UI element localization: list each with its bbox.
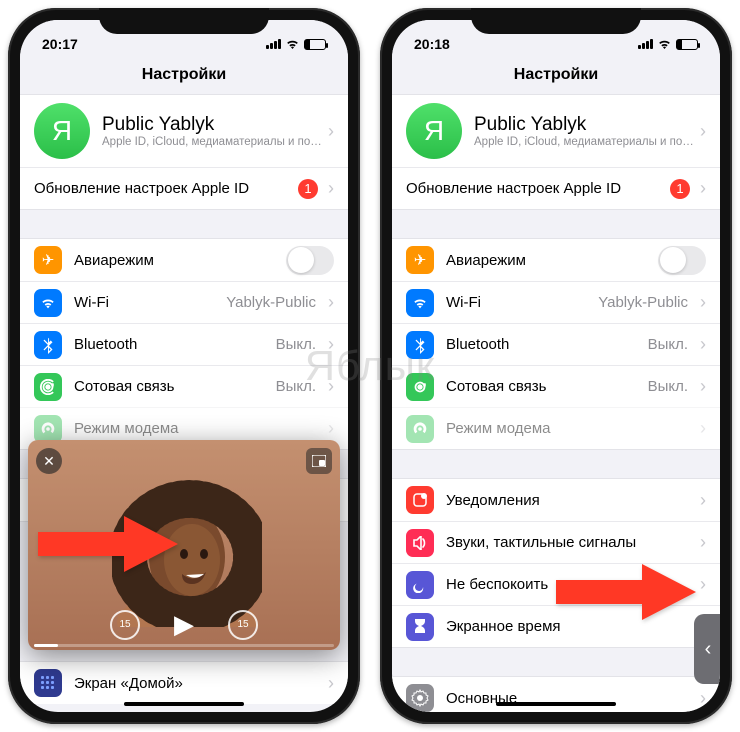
chevron-right-icon: › xyxy=(700,418,706,439)
pip-expand-button[interactable] xyxy=(306,448,332,474)
general-row[interactable]: Основные › xyxy=(392,677,720,712)
chevron-right-icon: › xyxy=(700,178,706,199)
chevron-right-icon: › xyxy=(328,121,334,142)
status-time: 20:18 xyxy=(414,36,450,52)
appleid-update-row[interactable]: Обновление настроек Apple ID 1 › xyxy=(392,167,720,209)
pip-edge-tab[interactable]: ‹ xyxy=(694,614,720,684)
appleid-update-row[interactable]: Обновление настроек Apple ID 1 › xyxy=(20,167,348,209)
homescreen-icon xyxy=(34,669,62,697)
chevron-right-icon: › xyxy=(700,490,706,511)
phone-left: 20:17 Настройки Я Public Yablyk Apple ID… xyxy=(8,8,360,724)
sounds-row[interactable]: Звуки, тактильные сигналы › xyxy=(392,521,720,563)
chevron-right-icon: › xyxy=(700,574,706,595)
notch xyxy=(471,8,641,34)
airplane-row[interactable]: ✈ Авиарежим xyxy=(20,239,348,281)
chevron-right-icon: › xyxy=(700,532,706,553)
airplane-icon: ✈ xyxy=(34,246,62,274)
cellular-signal-icon xyxy=(266,39,281,49)
chevron-right-icon: › xyxy=(700,121,706,142)
page-title: Настройки xyxy=(20,60,348,94)
chevron-right-icon: › xyxy=(328,292,334,313)
notifications-row[interactable]: Уведомления › xyxy=(392,479,720,521)
battery-icon xyxy=(676,39,698,50)
phone-right: 20:18 Настройки Я Public Yablyk Apple ID… xyxy=(380,8,732,724)
wifi-row[interactable]: Wi-Fi Yablyk-Public › xyxy=(20,281,348,323)
general-icon xyxy=(406,684,434,712)
skip-back-button[interactable]: 15 xyxy=(110,610,140,640)
hotspot-icon xyxy=(34,415,62,443)
wifi-icon xyxy=(285,38,300,50)
bluetooth-icon xyxy=(406,331,434,359)
profile-sub: Apple ID, iCloud, медиаматериалы и покуп… xyxy=(102,136,324,148)
chevron-right-icon: › xyxy=(700,334,706,355)
airplane-toggle[interactable] xyxy=(658,246,706,275)
cellular-row[interactable]: Сотовая связь Выкл. › xyxy=(20,365,348,407)
chevron-right-icon: › xyxy=(700,688,706,709)
profile-sub: Apple ID, iCloud, медиаматериалы и покуп… xyxy=(474,136,696,148)
status-icons xyxy=(266,38,326,50)
bluetooth-row[interactable]: Bluetooth Выкл. › xyxy=(392,323,720,365)
skip-forward-button[interactable]: 15 xyxy=(228,610,258,640)
dnd-icon xyxy=(406,571,434,599)
cellular-icon xyxy=(34,373,62,401)
home-indicator[interactable] xyxy=(496,702,616,706)
status-time: 20:17 xyxy=(42,36,78,52)
homescreen-row[interactable]: Экран «Домой» › xyxy=(20,662,348,704)
airplane-toggle[interactable] xyxy=(286,246,334,275)
profile-name: Public Yablyk xyxy=(474,114,696,136)
avatar: Я xyxy=(406,103,462,159)
profile-row[interactable]: Я Public Yablyk Apple ID, iCloud, медиам… xyxy=(20,95,348,167)
wifi-icon xyxy=(657,38,672,50)
wifi-settings-icon xyxy=(406,289,434,317)
hotspot-row: Режим модема › xyxy=(392,407,720,449)
bluetooth-row[interactable]: Bluetooth Выкл. › xyxy=(20,323,348,365)
home-indicator[interactable] xyxy=(124,702,244,706)
profile-name: Public Yablyk xyxy=(102,114,324,136)
bluetooth-icon xyxy=(34,331,62,359)
pip-close-button[interactable]: ✕ xyxy=(36,448,62,474)
chevron-right-icon: › xyxy=(328,418,334,439)
profile-row[interactable]: Я Public Yablyk Apple ID, iCloud, медиам… xyxy=(392,95,720,167)
cellular-signal-icon xyxy=(638,39,653,49)
notch xyxy=(99,8,269,34)
pip-scrubber[interactable] xyxy=(34,644,334,647)
cellular-row[interactable]: Сотовая связь Выкл. › xyxy=(392,365,720,407)
pip-controls: 15 ▶ 15 xyxy=(28,609,340,640)
update-badge: 1 xyxy=(670,179,690,199)
wifi-settings-icon xyxy=(34,289,62,317)
chevron-right-icon: › xyxy=(700,376,706,397)
notifications-icon xyxy=(406,486,434,514)
cellular-icon xyxy=(406,373,434,401)
screentime-icon xyxy=(406,613,434,641)
chevron-right-icon: › xyxy=(328,178,334,199)
chevron-right-icon: › xyxy=(328,673,334,694)
play-button[interactable]: ▶ xyxy=(174,609,194,640)
airplane-icon: ✈ xyxy=(406,246,434,274)
annotation-arrow xyxy=(38,516,178,572)
sounds-icon xyxy=(406,529,434,557)
annotation-arrow xyxy=(556,564,696,620)
chevron-right-icon: › xyxy=(328,334,334,355)
update-badge: 1 xyxy=(298,179,318,199)
status-icons xyxy=(638,38,698,50)
avatar: Я xyxy=(34,103,90,159)
chevron-right-icon: › xyxy=(328,376,334,397)
page-title: Настройки xyxy=(392,60,720,94)
wifi-row[interactable]: Wi-Fi Yablyk-Public › xyxy=(392,281,720,323)
hotspot-icon xyxy=(406,415,434,443)
battery-icon xyxy=(304,39,326,50)
airplane-row[interactable]: ✈ Авиарежим xyxy=(392,239,720,281)
chevron-right-icon: › xyxy=(700,292,706,313)
